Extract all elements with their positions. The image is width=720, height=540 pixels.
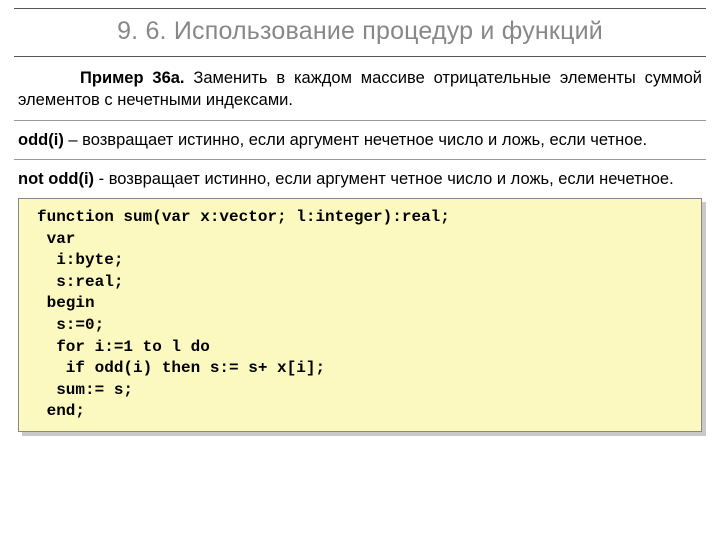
code-line: function sum(var x:vector; l:integer):re… — [37, 208, 450, 226]
example-paragraph: Пример 36а. Заменить в каждом массиве от… — [14, 67, 706, 112]
note-not-odd-sep: - — [94, 170, 109, 188]
slide-title: 9. 6. Использование процедур и функций — [18, 17, 702, 46]
example-label: Пример 36а. — [80, 69, 185, 87]
note-not-odd-desc: возвращает истинно, если аргумент четное… — [109, 170, 674, 188]
divider-2 — [14, 159, 706, 160]
code-line: begin — [37, 294, 95, 312]
note-odd-sep: – — [64, 131, 82, 149]
note-not-odd: not odd(i) - возвращает истинно, если ар… — [14, 168, 706, 190]
code-line: var — [37, 230, 75, 248]
code-line: i:byte; — [37, 251, 123, 269]
code-line: s:=0; — [37, 316, 104, 334]
note-odd-term: odd(i) — [18, 131, 64, 149]
divider-1 — [14, 120, 706, 121]
note-odd-desc: возвращает истинно, если аргумент нечетн… — [82, 131, 647, 149]
slide: 9. 6. Использование процедур и функций П… — [0, 0, 720, 540]
code-line: if odd(i) then s:= s+ x[i]; — [37, 359, 325, 377]
title-box: 9. 6. Использование процедур и функций — [14, 8, 706, 57]
note-not-odd-term: not odd(i) — [18, 170, 94, 188]
note-odd: odd(i) – возвращает истинно, если аргуме… — [14, 129, 706, 151]
code-line: for i:=1 to l do — [37, 338, 210, 356]
code-line: end; — [37, 402, 85, 420]
code-line: sum:= s; — [37, 381, 133, 399]
code-block: function sum(var x:vector; l:integer):re… — [18, 198, 702, 432]
code-block-wrap: function sum(var x:vector; l:integer):re… — [18, 198, 702, 432]
code-line: s:real; — [37, 273, 123, 291]
